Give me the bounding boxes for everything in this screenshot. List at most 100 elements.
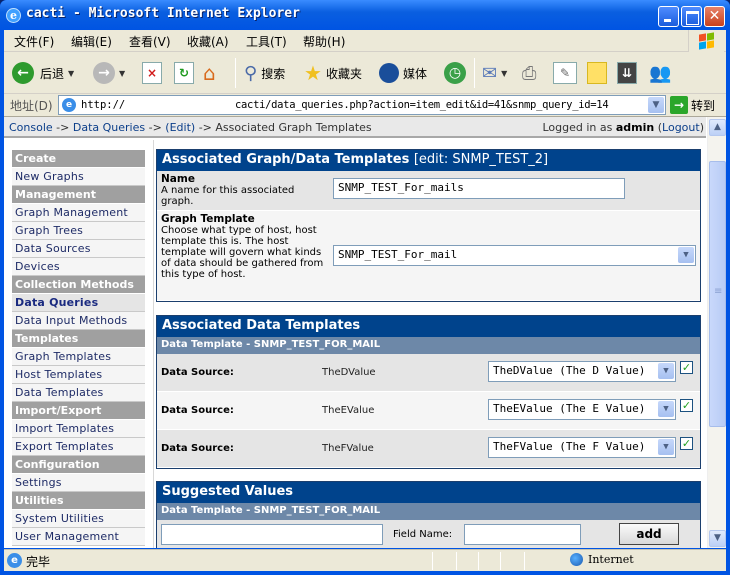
menu-view[interactable]: 查看(V) bbox=[129, 33, 171, 50]
favorites-button[interactable]: ★ 收藏夹 bbox=[304, 60, 362, 86]
maximize-button[interactable] bbox=[681, 6, 702, 27]
mail-dropdown-icon[interactable]: ▼ bbox=[501, 69, 507, 78]
sidebar-item-system-utilities[interactable]: System Utilities bbox=[12, 510, 145, 528]
chevron-down-icon[interactable]: ▼ bbox=[658, 439, 674, 455]
edit-button[interactable]: ✎ bbox=[553, 60, 577, 86]
breadcrumb-separator: -> bbox=[56, 121, 70, 134]
mail-button[interactable]: ✉ ▼ bbox=[482, 60, 507, 86]
stop-icon: × bbox=[142, 62, 162, 84]
field-name-input[interactable] bbox=[464, 524, 581, 545]
breadcrumb-edit[interactable]: (Edit) bbox=[165, 121, 195, 134]
scroll-thumb[interactable] bbox=[709, 161, 726, 427]
name-input[interactable]: SNMP_TEST_For_mails bbox=[333, 178, 625, 199]
sidebar-item-data-templates[interactable]: Data Templates bbox=[12, 384, 145, 402]
forward-dropdown-icon[interactable]: ▼ bbox=[119, 69, 125, 78]
sidebar-item-data-input-methods[interactable]: Data Input Methods bbox=[12, 312, 145, 330]
sidebar-item-graph-management[interactable]: Graph Management bbox=[12, 204, 145, 222]
address-input[interactable]: e http:// cacti/data_queries.php?action=… bbox=[58, 95, 666, 115]
name-label: Name bbox=[161, 173, 195, 185]
address-dropdown-icon[interactable]: ▼ bbox=[648, 97, 664, 113]
sidebar-item-data-queries[interactable]: Data Queries bbox=[12, 294, 145, 312]
scroll-up-button[interactable]: ▲ bbox=[709, 119, 726, 136]
menu-favorites[interactable]: 收藏(A) bbox=[187, 33, 229, 50]
menu-file[interactable]: 文件(F) bbox=[14, 33, 54, 50]
sidebar-item-new-graphs[interactable]: New Graphs bbox=[12, 168, 145, 186]
breadcrumb: Console -> Data Queries -> (Edit) -> Ass… bbox=[4, 117, 706, 138]
sidebar-item-data-sources[interactable]: Data Sources bbox=[12, 240, 145, 258]
go-label: 转到 bbox=[691, 98, 716, 113]
forward-button[interactable]: → ▼ bbox=[93, 60, 125, 86]
page-viewport: Console -> Data Queries -> (Edit) -> Ass… bbox=[4, 116, 726, 548]
scroll-down-button[interactable]: ▼ bbox=[709, 530, 726, 547]
sidebar-header-management: Management bbox=[12, 186, 145, 203]
ie-logo-icon: e bbox=[6, 8, 21, 23]
suggested-value-input[interactable] bbox=[161, 524, 383, 545]
research-button[interactable]: ⇊ bbox=[617, 60, 637, 86]
close-button[interactable]: ✕ bbox=[704, 6, 725, 27]
back-dropdown-icon[interactable]: ▼ bbox=[68, 69, 74, 78]
stop-button[interactable]: × bbox=[142, 60, 162, 86]
sidebar-item-user-management[interactable]: User Management bbox=[12, 528, 145, 546]
sidebar-item-host-templates[interactable]: Host Templates bbox=[12, 366, 145, 384]
checkmark-icon: ✓ bbox=[681, 399, 692, 412]
breadcrumb-data-queries[interactable]: Data Queries bbox=[73, 121, 145, 134]
menu-tools[interactable]: 工具(T) bbox=[246, 33, 287, 50]
sidebar-item-import-templates[interactable]: Import Templates bbox=[12, 420, 145, 438]
logout-link[interactable]: Logout bbox=[662, 121, 700, 134]
vertical-scrollbar[interactable]: ▲ ▼ bbox=[707, 117, 726, 548]
sidebar-item-graph-templates[interactable]: Graph Templates bbox=[12, 348, 145, 366]
data-source-row: Data Source: TheFValue TheFValue (The F … bbox=[157, 430, 700, 468]
maximize-icon bbox=[682, 7, 701, 26]
status-bar: e 完毕 Internet bbox=[4, 549, 726, 571]
menu-help[interactable]: 帮助(H) bbox=[303, 33, 345, 50]
data-source-checkbox[interactable]: ✓ bbox=[680, 361, 693, 374]
data-source-checkbox[interactable]: ✓ bbox=[680, 399, 693, 412]
discuss-button[interactable] bbox=[587, 60, 607, 86]
login-prefix: Logged in as bbox=[542, 121, 613, 134]
menu-edit[interactable]: 编辑(E) bbox=[71, 33, 112, 50]
status-divider bbox=[524, 552, 525, 570]
minimize-button[interactable] bbox=[658, 6, 679, 27]
graph-template-row: Graph Template Choose what type of host,… bbox=[157, 211, 700, 301]
data-source-label: Data Source: bbox=[161, 367, 234, 378]
refresh-button[interactable]: ↻ bbox=[174, 60, 194, 86]
history-button[interactable]: ◷ bbox=[444, 60, 466, 86]
sidebar-item-devices[interactable]: Devices bbox=[12, 258, 145, 276]
breadcrumb-separator: -> bbox=[148, 121, 162, 134]
add-button[interactable]: add bbox=[619, 523, 679, 545]
search-label: 搜索 bbox=[261, 66, 286, 81]
field-name-label: Field Name: bbox=[393, 529, 453, 540]
media-globe-icon bbox=[379, 63, 399, 83]
media-button[interactable]: 媒体 bbox=[379, 60, 427, 86]
print-button[interactable]: ⎙ bbox=[522, 60, 536, 86]
messenger-button[interactable]: 👥 bbox=[649, 60, 671, 86]
sidebar-item-settings[interactable]: Settings bbox=[12, 474, 145, 492]
data-source-select[interactable]: TheDValue (The D Value) ▼ bbox=[488, 361, 676, 382]
breadcrumb-console[interactable]: Console bbox=[9, 121, 53, 134]
name-description: A name for this associated graph. bbox=[161, 185, 295, 207]
breadcrumb-separator: -> bbox=[198, 121, 212, 134]
chevron-down-icon[interactable]: ▼ bbox=[658, 401, 674, 417]
data-source-checkbox[interactable]: ✓ bbox=[680, 437, 693, 450]
suggested-values-panel: Suggested Values Data Template - SNMP_TE… bbox=[156, 481, 701, 548]
panel-subheader: Data Template - SNMP_TEST_FOR_MAIL bbox=[157, 503, 700, 520]
chevron-down-icon[interactable]: ▼ bbox=[678, 247, 694, 263]
sidebar-header-configuration: Configuration bbox=[12, 456, 145, 473]
panel-title-text: Associated Graph/Data Templates bbox=[162, 152, 410, 167]
data-source-select[interactable]: TheEValue (The E Value) ▼ bbox=[488, 399, 676, 420]
chevron-down-icon[interactable]: ▼ bbox=[658, 363, 674, 379]
panel-title: Associated Graph/Data Templates [edit: S… bbox=[157, 150, 700, 171]
checkmark-icon: ✓ bbox=[681, 361, 692, 374]
zone-label: Internet bbox=[588, 553, 634, 566]
graph-template-select[interactable]: SNMP_TEST_For_mail ▼ bbox=[333, 245, 696, 266]
page-status-icon: e bbox=[7, 553, 22, 568]
search-button[interactable]: ⚲ 搜索 bbox=[244, 60, 285, 86]
data-source-name: TheDValue bbox=[322, 367, 376, 378]
sidebar-item-graph-trees[interactable]: Graph Trees bbox=[12, 222, 145, 240]
go-button[interactable]: → 转到 bbox=[670, 95, 715, 115]
back-button[interactable]: ← 后退 ▼ bbox=[12, 60, 74, 86]
data-source-select[interactable]: TheFValue (The F Value) ▼ bbox=[488, 437, 676, 458]
home-button[interactable]: ⌂ bbox=[203, 60, 216, 86]
note-icon bbox=[587, 62, 607, 84]
sidebar-item-export-templates[interactable]: Export Templates bbox=[12, 438, 145, 456]
